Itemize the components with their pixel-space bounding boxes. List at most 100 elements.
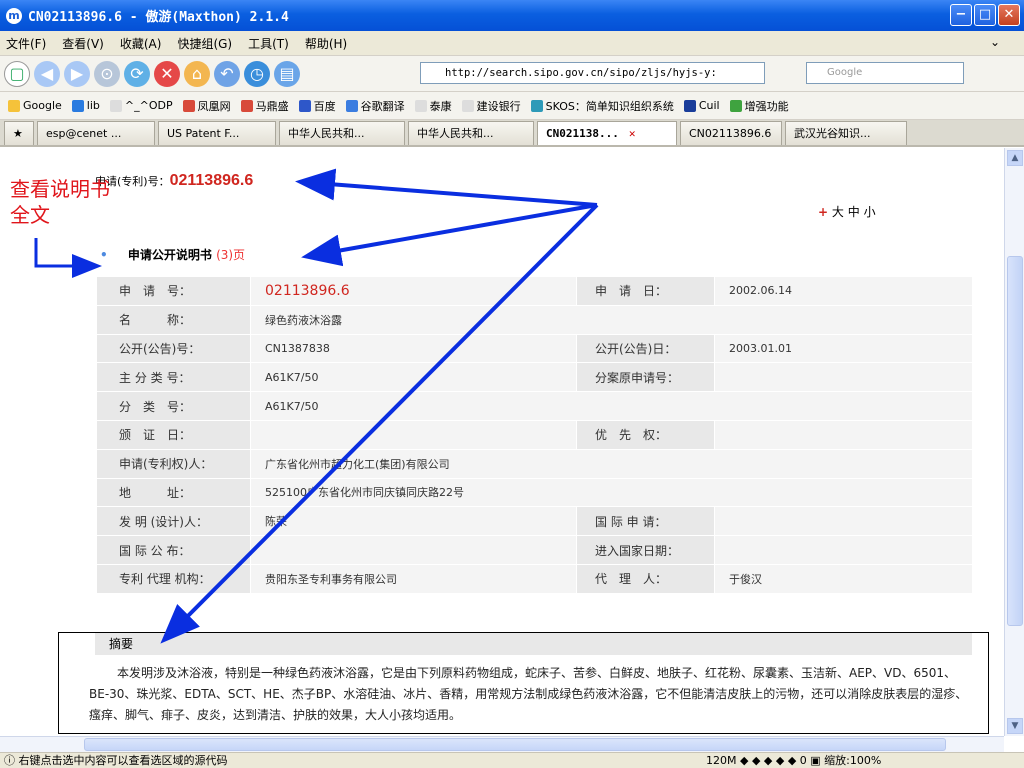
- tab-espacenet[interactable]: esp@cenet ...: [37, 121, 155, 145]
- menu-help[interactable]: 帮助(H): [305, 35, 347, 52]
- value-agency: 贵阳东圣专利事务有限公司: [250, 563, 577, 594]
- value-intl-pub: [250, 535, 577, 565]
- fav-odp[interactable]: ^_^ODP: [109, 99, 173, 112]
- history-icon[interactable]: ◷: [244, 60, 270, 87]
- maximize-button[interactable]: □: [974, 4, 996, 26]
- value-cert-date: [250, 419, 577, 450]
- value-div-app: [714, 362, 973, 393]
- font-mid-link[interactable]: 中: [848, 205, 860, 219]
- search-input[interactable]: Google: [806, 62, 964, 84]
- menu-file[interactable]: 文件(F): [6, 35, 46, 52]
- fav-ifeng[interactable]: 凤凰网: [182, 98, 231, 114]
- label-cert-date: 颁 证 日：: [96, 419, 251, 450]
- memory-usage: 120M: [706, 754, 737, 767]
- value-pub-date: 2003.01.01: [714, 333, 973, 364]
- pub-pages-link[interactable]: (3)页: [216, 248, 245, 262]
- value-app-date: 2002.06.14: [714, 276, 973, 306]
- arrow-from-annotation: [34, 238, 102, 278]
- address-bar[interactable]: http://search.sipo.gov.cn/sipo/zljs/hyjs…: [420, 62, 765, 84]
- table-row: 公开(公告)号： CN1387838 公开(公告)日： 2003.01.01: [96, 333, 973, 364]
- menu-view[interactable]: 查看(V): [62, 35, 104, 52]
- label-class: 分 类 号：: [96, 391, 251, 421]
- fav-baidu[interactable]: 百度: [298, 98, 336, 114]
- bullet-icon: •: [100, 248, 108, 262]
- value-address: 525100广东省化州市同庆镇同庆路22号: [250, 477, 973, 508]
- abstract-box: 摘要 本发明涉及沐浴液，特别是一种绿色药液沐浴露，它是由下列原料药物组成，蛇床子…: [58, 632, 989, 734]
- fav-skos[interactable]: SKOS：简单知识组织系统: [530, 98, 674, 114]
- value-priority: [714, 419, 973, 450]
- label-priority: 优 先 权：: [576, 419, 715, 450]
- fav-madingsheng[interactable]: 马鼎盛: [240, 98, 289, 114]
- page-content: 申请(专利)号：02113896.6 查看说明书全文 + 大 中 小 • 申请公…: [0, 148, 1004, 736]
- chevron-down-icon[interactable]: ⌄: [990, 35, 1000, 49]
- font-big-link[interactable]: 大: [832, 205, 844, 219]
- maxthon-logo-icon: m: [6, 7, 22, 24]
- label-agent: 代 理 人：: [576, 563, 715, 594]
- stop-icon[interactable]: ⊙: [94, 60, 120, 87]
- fav-google[interactable]: Google: [8, 99, 62, 112]
- fav-enhance[interactable]: 增强功能: [729, 98, 789, 114]
- tab-active[interactable]: CN021138... ✕: [537, 121, 677, 145]
- vertical-scrollbar[interactable]: ▲ ▼: [1004, 148, 1024, 736]
- back-icon[interactable]: ◀: [34, 60, 60, 87]
- fav-cuil[interactable]: Cuil: [683, 99, 720, 112]
- refresh-icon[interactable]: ⟳: [124, 60, 150, 87]
- menu-groups[interactable]: 快捷组(G): [177, 35, 232, 52]
- scroll-down-icon[interactable]: ▼: [1007, 718, 1023, 734]
- zoom-level[interactable]: 缩放:100%: [824, 754, 881, 767]
- cancel-icon[interactable]: ✕: [154, 60, 180, 87]
- arrow-to-pub-title: [301, 203, 598, 267]
- table-row: 发 明 (设计)人： 陈荣 国 际 申 请：: [96, 506, 973, 537]
- tab-cn02113896[interactable]: CN02113896.6: [680, 121, 782, 145]
- tab-prc-1[interactable]: 中华人民共和...: [279, 121, 405, 145]
- close-button[interactable]: ✕: [998, 4, 1020, 26]
- title-bar: m CN02113896.6 - 傲游(Maxthon) 2.1.4 − □ ✕: [0, 0, 1024, 31]
- forward-icon[interactable]: ▶: [64, 60, 90, 87]
- undo-icon[interactable]: ↶: [214, 60, 240, 87]
- fav-google-translate[interactable]: 谷歌翻译: [345, 98, 405, 114]
- fav-taikang[interactable]: 泰康: [414, 98, 452, 114]
- arrow-to-app-no: [295, 168, 598, 207]
- table-row: 申请(专利权)人： 广东省化州市超力化工(集团)有限公司: [96, 448, 973, 479]
- menu-bar: 文件(F) 查看(V) 收藏(A) 快捷组(G) 工具(T) 帮助(H) ⌄: [0, 31, 1024, 56]
- label-inventor: 发 明 (设计)人：: [96, 506, 251, 537]
- font-small-link[interactable]: 小: [864, 205, 876, 219]
- menu-tools[interactable]: 工具(T): [248, 35, 289, 52]
- table-row: 主 分 类 号： A61K7/50 分案原申请号：: [96, 362, 973, 393]
- status-right: 120M ◆ ◆ ◆ ◆ ◆ 0 ▣ 缩放:100%: [706, 753, 881, 768]
- table-row: 分 类 号： A61K7/50: [96, 391, 973, 421]
- tab-us-patent[interactable]: US Patent F...: [158, 121, 276, 145]
- abstract-text: 本发明涉及沐浴液，特别是一种绿色药液沐浴露，它是由下列原料药物组成，蛇床子、苦参…: [89, 666, 968, 722]
- scroll-up-icon[interactable]: ▲: [1007, 150, 1023, 166]
- home-icon[interactable]: ⌂: [184, 60, 210, 87]
- value-class: A61K7/50: [250, 391, 973, 421]
- label-intl-app: 国 际 申 请：: [576, 506, 715, 537]
- tab-star-icon[interactable]: ★: [4, 121, 34, 145]
- new-page-icon[interactable]: ▢: [4, 60, 30, 87]
- value-inventor: 陈荣: [250, 506, 577, 537]
- status-bar: ⓘ 右键点击选中内容可以查看选区域的源代码 120M ◆ ◆ ◆ ◆ ◆ 0 ▣…: [0, 752, 1024, 768]
- screen-icon[interactable]: ▤: [274, 60, 300, 87]
- value-main-class: A61K7/50: [250, 362, 577, 393]
- label-entry-date: 进入国家日期：: [576, 535, 715, 565]
- scroll-thumb[interactable]: [1007, 256, 1023, 626]
- fav-ccb[interactable]: 建设银行: [461, 98, 521, 114]
- tab-close-icon[interactable]: ✕: [629, 123, 636, 145]
- favorites-bar: Google lib ^_^ODP 凤凰网 马鼎盛 百度 谷歌翻译 泰康 建设银…: [0, 92, 1024, 120]
- horizontal-scrollbar[interactable]: [0, 736, 1004, 752]
- tab-prc-2[interactable]: 中华人民共和...: [408, 121, 534, 145]
- fav-lib[interactable]: lib: [71, 99, 100, 112]
- menu-favorites[interactable]: 收藏(A): [120, 35, 162, 52]
- minimize-button[interactable]: −: [950, 4, 972, 26]
- table-row: 颁 证 日： 优 先 权：: [96, 419, 973, 450]
- label-main-class: 主 分 类 号：: [96, 362, 251, 393]
- status-tools-icon[interactable]: ◆ ◆ ◆ ◆ ◆ 0 ▣: [740, 754, 824, 767]
- plus-icon: +: [818, 205, 829, 219]
- table-row: 国 际 公 布： 进入国家日期：: [96, 535, 973, 565]
- hscroll-thumb[interactable]: [84, 738, 946, 751]
- publication-title: • 申请公开说明书 (3)页: [100, 246, 245, 263]
- tab-wuhan[interactable]: 武汉光谷知识...: [785, 121, 907, 145]
- value-intl-app: [714, 506, 973, 537]
- pub-title-text: 申请公开说明书: [127, 248, 212, 262]
- tab-bar: ★ esp@cenet ... US Patent F... 中华人民共和...…: [0, 120, 1024, 147]
